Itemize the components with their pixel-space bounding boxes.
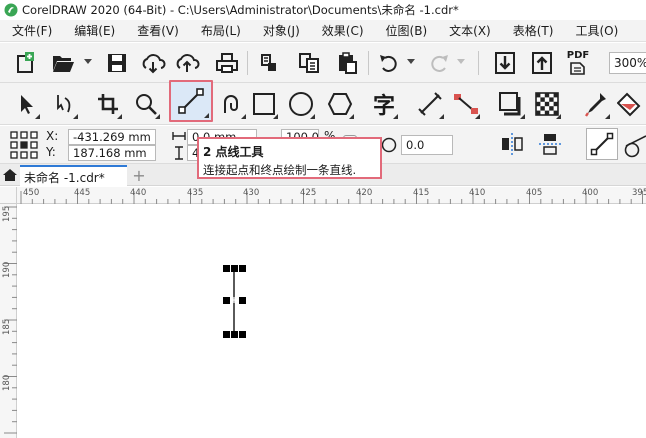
ruler-label: 415 (413, 188, 430, 198)
ruler-label: 435 (187, 188, 204, 198)
ruler-origin[interactable] (0, 187, 17, 204)
ruler-label: 445 (74, 188, 91, 198)
eyedropper-icon[interactable] (580, 87, 612, 121)
ruler-label: 420 (356, 188, 373, 198)
menu-tools[interactable]: 工具(O) (564, 22, 629, 39)
tab-document-untitled-1[interactable]: 未命名 -1.cdr* (20, 165, 127, 186)
undo-icon[interactable] (374, 47, 404, 79)
cloud-download-icon[interactable] (138, 47, 168, 79)
pdf-export-icon[interactable]: PDF (563, 47, 593, 79)
undo-dropdown-icon[interactable] (407, 59, 415, 64)
open-icon[interactable] (48, 47, 78, 79)
two-point-line-tool-icon[interactable] (169, 80, 213, 122)
polygon-tool-icon[interactable] (324, 87, 356, 121)
print-icon[interactable] (212, 47, 242, 79)
menu-object[interactable]: 对象(J) (252, 22, 311, 39)
toolbar-separator (247, 51, 248, 75)
y-position-input[interactable]: 187.168 mm (68, 145, 156, 161)
object-origin-icon[interactable] (10, 131, 38, 159)
ruler-label: 185 (2, 318, 12, 335)
toolbox: 字 (0, 80, 646, 125)
export-icon[interactable] (527, 47, 557, 79)
standard-toolbar: PDF (0, 43, 646, 83)
pdf-label: PDF (566, 50, 590, 61)
transparency-icon[interactable] (531, 87, 563, 121)
connector-tool-icon[interactable] (450, 87, 482, 121)
ruler-label: 190 (2, 261, 12, 278)
ruler-label: 450 (23, 188, 40, 198)
ellipse-tool-icon[interactable] (285, 87, 317, 121)
open-dropdown-icon[interactable] (84, 59, 92, 64)
parallel-dimension-icon[interactable] (414, 87, 446, 121)
tooltip-description: 连接起点和终点绘制一条直线. (203, 163, 357, 177)
tool-tooltip: 2 点线工具 连接起点和终点绘制一条直线. (197, 137, 382, 179)
vertical-ruler[interactable]: 195 190 185 180 (0, 204, 17, 438)
ruler-label: 400 (582, 188, 599, 198)
coreldraw-logo-icon (4, 3, 18, 17)
rotation-angle-input[interactable]: 0.0 (401, 135, 453, 155)
cut-icon[interactable] (254, 47, 284, 79)
home-icon (3, 169, 17, 181)
mirror-horizontal-icon[interactable] (500, 132, 524, 156)
ruler-label: 440 (130, 188, 147, 198)
menu-view[interactable]: 查看(V) (126, 22, 190, 39)
horizontal-ruler[interactable]: 450 445 440 435 430 425 420 415 410 405 … (17, 187, 646, 204)
tangent-line-icon[interactable] (624, 134, 646, 158)
fill-icon[interactable] (614, 87, 646, 121)
tooltip-title: 2 点线工具 (203, 145, 264, 159)
text-tool-glyph: 字 (372, 94, 395, 119)
ruler-label: 405 (526, 188, 543, 198)
welcome-home-tab[interactable] (0, 164, 20, 186)
zoom-level-input[interactable]: 300% (609, 52, 646, 74)
line-preset-button[interactable] (586, 128, 618, 160)
menu-effects[interactable]: 效果(C) (311, 22, 375, 39)
text-tool-icon[interactable]: 字 (368, 87, 400, 121)
x-position-input[interactable]: -431.269 mm (68, 129, 156, 145)
menu-text[interactable]: 文本(X) (438, 22, 502, 39)
crop-tool-icon[interactable] (92, 87, 124, 121)
width-icon (172, 132, 186, 140)
ruler-label: 410 (469, 188, 486, 198)
height-icon (175, 146, 183, 160)
cloud-upload-icon[interactable] (172, 47, 202, 79)
menu-bar: 文件(F) 编辑(E) 查看(V) 布局(L) 对象(J) 效果(C) 位图(B… (0, 20, 646, 42)
toolbar-separator (478, 51, 479, 75)
redo-icon[interactable] (424, 47, 454, 79)
redo-dropdown-icon[interactable] (457, 59, 465, 64)
toolbar-separator (368, 51, 369, 75)
pick-tool-icon[interactable] (10, 87, 42, 121)
save-icon[interactable] (102, 47, 132, 79)
window-title: CorelDRAW 2020 (64-Bit) - C:\Users\Admin… (22, 3, 459, 17)
ruler-label: 180 (2, 374, 12, 391)
new-document-icon[interactable] (10, 47, 40, 79)
ruler-label: 195 (2, 205, 12, 222)
paste-icon[interactable] (332, 47, 362, 79)
ruler-label: 425 (300, 188, 317, 198)
horizontal-ruler-ticks (20, 191, 643, 204)
title-bar: CorelDRAW 2020 (64-Bit) - C:\Users\Admin… (0, 0, 646, 20)
import-icon[interactable] (490, 47, 520, 79)
rectangle-tool-icon[interactable] (248, 87, 280, 121)
selected-line-object[interactable] (18, 205, 646, 438)
ruler-label: 395 (632, 188, 646, 198)
drop-shadow-icon[interactable] (495, 87, 527, 121)
x-label: X: (46, 129, 59, 143)
artistic-media-icon[interactable] (216, 87, 248, 121)
copy-icon[interactable] (294, 47, 324, 79)
menu-table[interactable]: 表格(T) (502, 22, 565, 39)
menu-bitmaps[interactable]: 位图(B) (375, 22, 439, 39)
shape-tool-icon[interactable] (48, 87, 80, 121)
drawing-canvas[interactable] (18, 205, 646, 438)
mirror-vertical-icon[interactable] (538, 132, 562, 156)
ruler-label: 430 (243, 188, 260, 198)
rotation-angle-icon (381, 137, 397, 153)
menu-file[interactable]: 文件(F) (0, 22, 63, 39)
add-document-tab-button[interactable]: + (130, 166, 148, 185)
menu-edit[interactable]: 编辑(E) (63, 22, 126, 39)
zoom-tool-icon[interactable] (130, 87, 162, 121)
menu-layout[interactable]: 布局(L) (190, 22, 252, 39)
y-label: Y: (46, 145, 56, 159)
